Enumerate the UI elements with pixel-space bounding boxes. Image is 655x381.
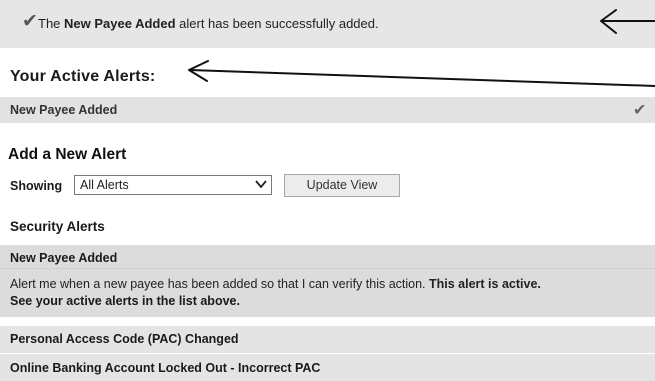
alert-item-label[interactable]: New Payee Added [10, 251, 117, 265]
alert-item-label[interactable]: Online Banking Account Locked Out - Inco… [10, 361, 320, 375]
showing-label: Showing [10, 179, 63, 193]
active-alert-label: New Payee Added [10, 103, 118, 117]
alert-description: Alert me when a new payee has been added… [10, 276, 541, 293]
success-message-alert-name: New Payee Added [64, 16, 176, 31]
divider [0, 268, 655, 269]
alert-status: This alert is active. [429, 277, 541, 291]
annotation-arrow-icon [600, 9, 655, 34]
active-alerts-link[interactable]: See your active alerts in the list above… [10, 294, 240, 308]
success-message: The New Payee Added alert has been succe… [38, 16, 379, 31]
add-alert-title: Add a New Alert [8, 146, 127, 163]
success-message-suffix: alert has been successfully added. [175, 16, 379, 31]
alert-filter-value: All Alerts [80, 178, 129, 192]
success-message-prefix: The [38, 16, 65, 31]
checkmark-icon: ✔ [633, 102, 647, 119]
active-alerts-title: Your Active Alerts: [10, 68, 156, 85]
security-alerts-title: Security Alerts [10, 219, 105, 234]
alert-description-text: Alert me when a new payee has been added… [10, 277, 430, 291]
annotation-arrow-icon [188, 60, 655, 87]
update-view-button[interactable]: Update View [284, 174, 400, 197]
alert-item-label[interactable]: Personal Access Code (PAC) Changed [10, 332, 239, 346]
chevron-down-icon[interactable] [254, 175, 268, 196]
checkmark-icon: ✔ [22, 11, 38, 32]
